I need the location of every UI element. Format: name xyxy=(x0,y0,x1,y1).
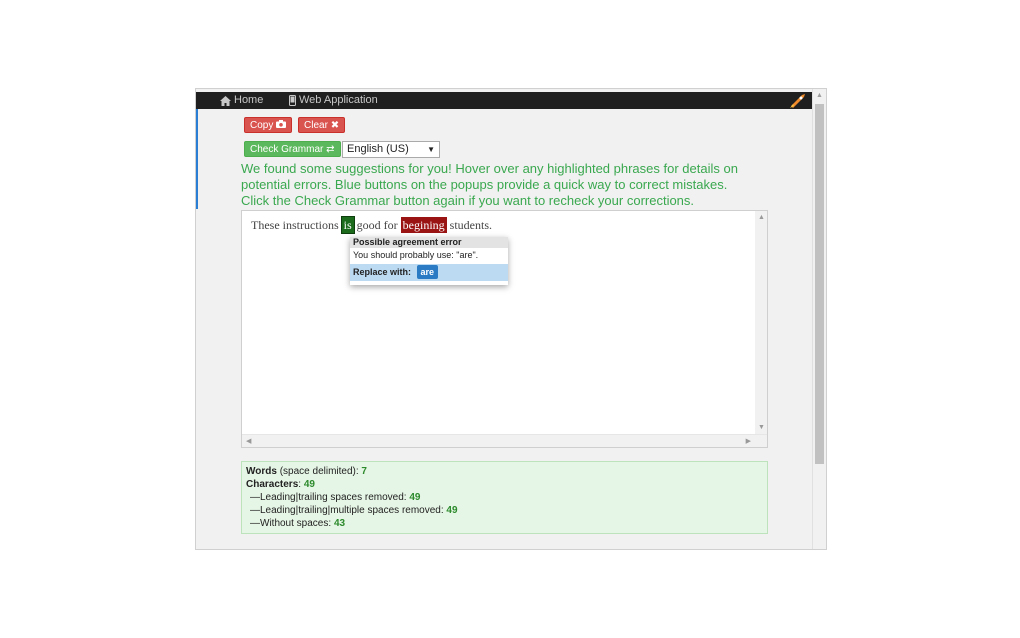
stat-nospace: —Without spaces: 43 xyxy=(246,517,767,530)
stat-multi: —Leading|trailing|multiple spaces remove… xyxy=(246,504,767,517)
mobile-icon xyxy=(289,95,296,106)
replace-suggestion-button[interactable]: are xyxy=(416,265,439,279)
editor-text-segment: These instructions xyxy=(251,218,339,232)
rocket-icon[interactable] xyxy=(788,92,808,115)
text-statistics: Words (space delimited): 7 Characters: 4… xyxy=(241,461,768,534)
popup-replace-row: Replace with: are xyxy=(350,264,508,281)
scroll-left-icon[interactable]: ◀ xyxy=(246,437,251,445)
spelling-error-highlight[interactable]: begining xyxy=(400,217,447,233)
scroll-up-icon[interactable]: ▲ xyxy=(816,92,823,99)
scroll-up-icon[interactable]: ▲ xyxy=(758,214,765,221)
left-edge-strip xyxy=(196,109,198,209)
camera-icon xyxy=(276,120,287,131)
stat-value: 49 xyxy=(409,492,421,503)
stat-label: Words xyxy=(246,466,277,477)
scroll-down-icon[interactable]: ▼ xyxy=(758,424,765,431)
nav-home-label: Home xyxy=(234,94,264,106)
language-select[interactable]: English (US) ▼ xyxy=(342,141,440,158)
check-grammar-label: Check Grammar xyxy=(250,144,324,155)
clear-button-label: Clear xyxy=(304,120,328,131)
stat-value: 49 xyxy=(303,479,315,490)
stat-words: Words (space delimited): 7 xyxy=(246,465,767,478)
clear-button[interactable]: Clear ✖ xyxy=(298,117,346,133)
stat-value: 43 xyxy=(333,518,346,529)
nav-web-application[interactable]: Web Application xyxy=(289,92,378,109)
page-scrollbar[interactable]: ▲ xyxy=(812,89,826,549)
editor-text-segment: good for xyxy=(356,218,398,232)
stat-label: —Without spaces: xyxy=(250,518,332,529)
stat-characters: Characters: 49 xyxy=(246,479,315,490)
language-select-value: English (US) xyxy=(347,143,409,155)
popup-title: Possible agreement error xyxy=(350,237,508,248)
editor-content[interactable]: These instructions is good for begining … xyxy=(251,216,493,234)
chevron-down-icon: ▼ xyxy=(427,145,435,154)
suggestion-popup: Possible agreement error You should prob… xyxy=(350,237,508,285)
stat-label: Characters xyxy=(246,479,299,490)
replace-label: Replace with: xyxy=(353,267,412,277)
message-line: Click the Check Grammar button again if … xyxy=(241,193,695,208)
copy-button-label: Copy xyxy=(250,120,274,131)
close-icon: ✖ xyxy=(330,120,340,131)
stat-note: (space delimited): xyxy=(279,466,359,477)
message-line: potential errors. Blue buttons on the po… xyxy=(241,177,728,192)
editor-text-segment: students. xyxy=(449,218,493,232)
message-line: We found some suggestions for you! Hover… xyxy=(241,161,738,176)
stat-value: 7 xyxy=(361,466,367,477)
app-window: Home Web Application ▲ Copy Clear ✖ Chec… xyxy=(195,88,827,550)
stat-label: —Leading|trailing spaces removed: xyxy=(250,492,407,503)
scrollbar-thumb[interactable] xyxy=(815,104,824,464)
stat-label: —Leading|trailing|multiple spaces remove… xyxy=(250,505,444,516)
agreement-error-highlight[interactable]: is xyxy=(340,216,355,234)
nav-web-application-label: Web Application xyxy=(299,94,378,106)
stat-trim: —Leading|trailing spaces removed: 49 xyxy=(246,491,767,504)
editor-vertical-scrollbar[interactable]: ▲ ▼ xyxy=(755,211,767,434)
swap-icon: ⇄ xyxy=(326,144,335,155)
navbar: Home Web Application xyxy=(196,92,814,109)
scroll-right-icon[interactable]: ▶ xyxy=(746,437,751,445)
copy-button[interactable]: Copy xyxy=(244,117,293,133)
suggestions-message: We found some suggestions for you! Hover… xyxy=(241,161,771,209)
nav-home[interactable]: Home xyxy=(220,92,263,109)
check-grammar-button[interactable]: Check Grammar ⇄ xyxy=(244,141,341,157)
popup-body: You should probably use: "are". xyxy=(353,250,479,260)
stat-value: 49 xyxy=(446,505,458,516)
editor-horizontal-scrollbar[interactable]: ◀ ▶ xyxy=(242,434,767,447)
home-icon xyxy=(220,95,231,106)
